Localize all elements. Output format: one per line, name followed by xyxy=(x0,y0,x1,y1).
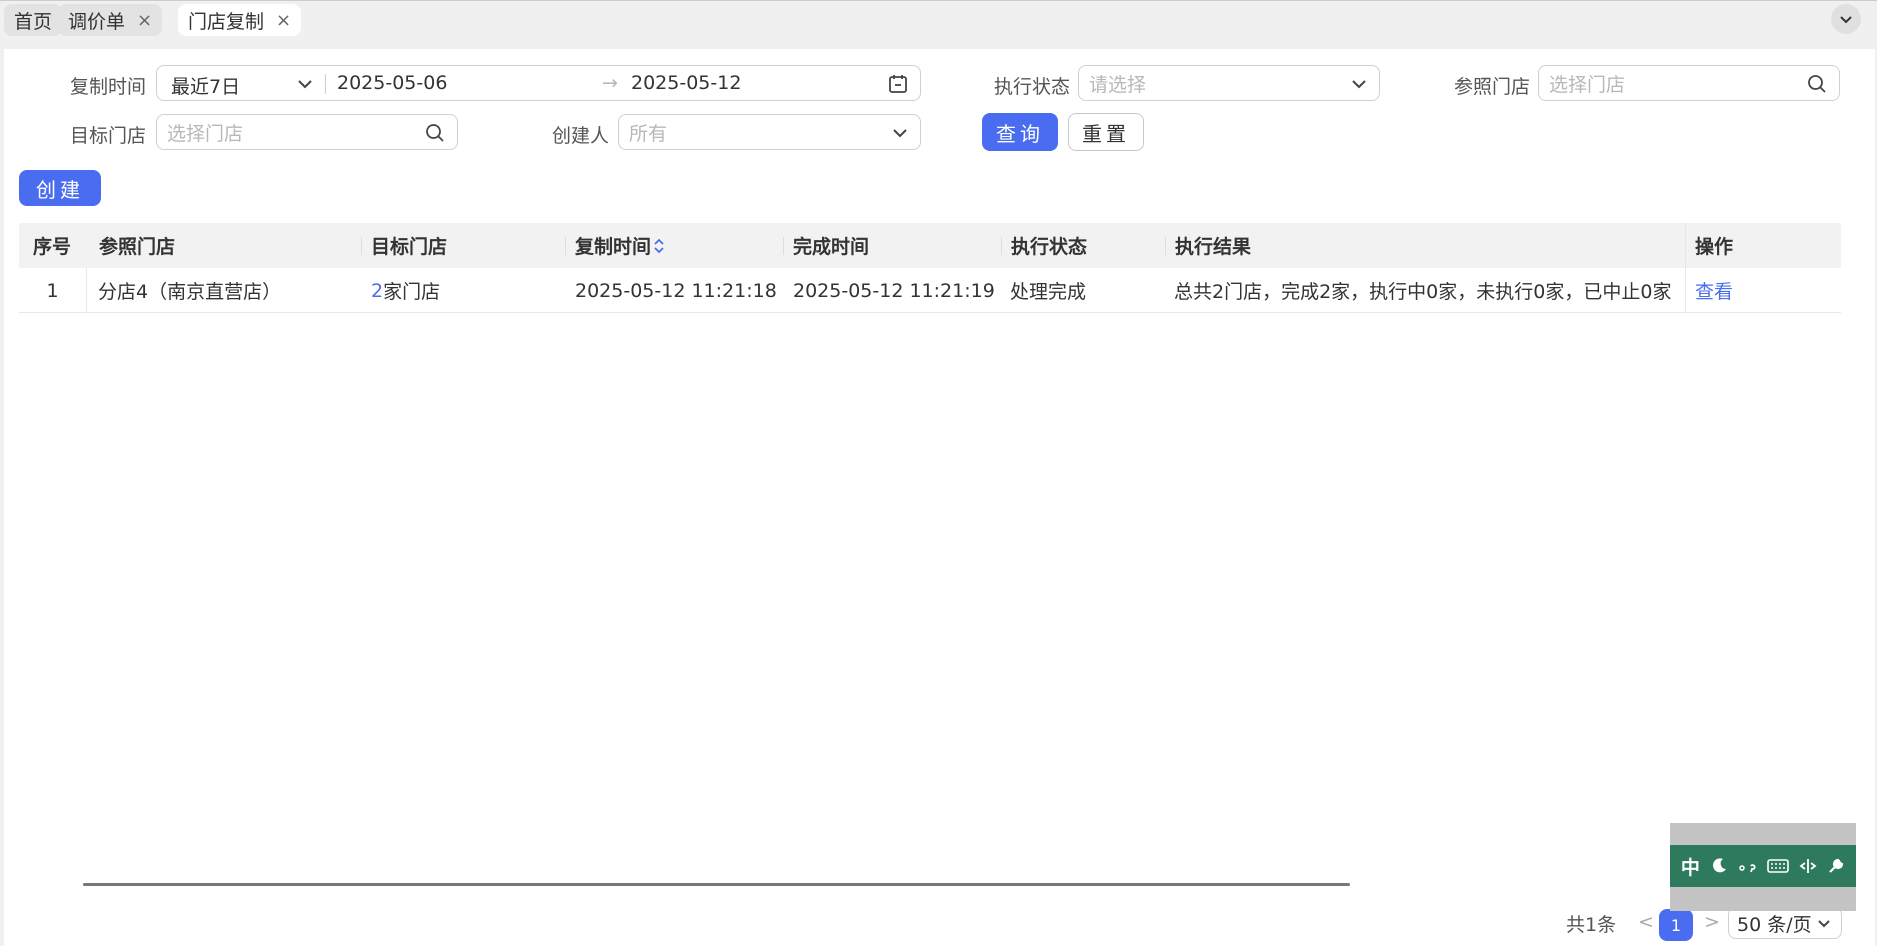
th-copy-time-label: 复制时间 xyxy=(575,236,652,258)
prev-page-button[interactable]: < xyxy=(1638,911,1654,933)
table-header: 序号 参照门店 目标门店 复制时间 完成时间 执行状态 执行结果 操作 xyxy=(19,223,1841,268)
th-seq: 序号 xyxy=(33,236,72,258)
search-icon[interactable] xyxy=(425,123,445,143)
chevron-down-icon xyxy=(1840,16,1852,24)
cell-exec-result: 总共2门店，完成2家，执行中0家，未执行0家，已中止0家 xyxy=(1174,281,1672,303)
cell-ref-store: 分店4（南京直营店） xyxy=(98,281,282,303)
split-icon[interactable] xyxy=(1799,857,1817,875)
punctuation-icon[interactable] xyxy=(1738,857,1758,875)
th-action: 操作 xyxy=(1695,236,1734,258)
ref-store-placeholder: 选择门店 xyxy=(1549,73,1626,96)
tab-bar: 首页 调价单 × 门店复制 × xyxy=(0,0,1877,40)
chevron-down-icon xyxy=(893,129,907,138)
column-divider xyxy=(86,268,87,313)
cell-seq: 1 xyxy=(46,279,59,302)
create-button[interactable]: 创建 xyxy=(19,170,101,206)
ref-store-label: 参照门店 xyxy=(1453,76,1530,98)
th-target-store: 目标门店 xyxy=(371,236,448,258)
th-finish-time: 完成时间 xyxy=(793,236,870,258)
chevron-down-icon xyxy=(1818,920,1830,928)
ref-store-input[interactable]: 选择门店 xyxy=(1538,65,1840,101)
creator-placeholder: 所有 xyxy=(629,122,668,145)
th-exec-result: 执行结果 xyxy=(1175,236,1252,258)
column-divider xyxy=(1685,223,1686,268)
pagination-total: 共1条 xyxy=(1566,914,1617,936)
th-copy-time[interactable]: 复制时间 xyxy=(575,223,665,268)
next-page-button[interactable]: > xyxy=(1704,911,1720,933)
divider xyxy=(325,74,326,94)
range-preset-select[interactable]: 最近7日 xyxy=(171,72,240,99)
ime-toolbar[interactable]: 中 xyxy=(1670,845,1856,887)
keyboard-icon[interactable] xyxy=(1767,858,1790,874)
cell-target-store: 2 家门店 xyxy=(371,268,440,313)
end-date-input[interactable]: 2025-05-12 xyxy=(631,72,741,94)
main-panel: 复制时间 最近7日 2025-05-06 → 2025-05-12 执行状态 请… xyxy=(4,49,1875,946)
tab-price-adjust[interactable]: 调价单 × xyxy=(58,4,163,36)
query-button[interactable]: 查询 xyxy=(982,113,1058,151)
copy-time-range-field[interactable]: 最近7日 2025-05-06 → 2025-05-12 xyxy=(156,65,921,101)
page-1-button[interactable]: 1 xyxy=(1659,909,1693,941)
column-divider xyxy=(1685,268,1686,313)
view-link[interactable]: 查看 xyxy=(1695,268,1733,313)
cell-finish-time: 2025-05-12 11:21:19 xyxy=(793,279,995,302)
creator-label: 创建人 xyxy=(551,125,609,147)
exec-status-label: 执行状态 xyxy=(993,76,1070,98)
cell-copy-time: 2025-05-12 11:21:18 xyxy=(575,279,777,302)
tab-collapse-button[interactable] xyxy=(1831,4,1861,34)
column-divider xyxy=(565,237,566,255)
tab-label: 首页 xyxy=(14,10,53,33)
ime-language-toggle[interactable]: 中 xyxy=(1681,853,1700,880)
chevron-down-icon xyxy=(1352,80,1366,89)
cell-exec-status: 处理完成 xyxy=(1010,281,1087,303)
target-store-count-link[interactable]: 2 xyxy=(371,280,383,302)
th-ref-store: 参照门店 xyxy=(99,236,176,258)
column-divider xyxy=(361,237,362,255)
range-arrow: → xyxy=(602,72,618,94)
sort-icon[interactable] xyxy=(653,237,665,255)
start-date-input[interactable]: 2025-05-06 xyxy=(337,72,447,94)
tab-home[interactable]: 首页 xyxy=(4,4,63,36)
creator-select[interactable]: 所有 xyxy=(618,114,921,150)
target-store-input[interactable]: 选择门店 xyxy=(156,114,458,150)
tab-label: 调价单 xyxy=(68,10,126,33)
search-icon[interactable] xyxy=(1807,74,1827,94)
exec-status-placeholder: 请选择 xyxy=(1089,73,1147,96)
th-exec-status: 执行状态 xyxy=(1011,236,1088,258)
tab-label: 门店复制 xyxy=(188,10,265,33)
horizontal-scrollbar[interactable] xyxy=(83,883,1350,886)
calendar-icon[interactable] xyxy=(888,74,908,94)
column-divider xyxy=(1165,237,1166,255)
column-divider xyxy=(783,237,784,255)
tab-store-copy[interactable]: 门店复制 × xyxy=(178,4,302,36)
page-size-value: 50 条/页 xyxy=(1737,913,1812,936)
target-store-suffix: 家门店 xyxy=(383,281,441,303)
exec-status-select[interactable]: 请选择 xyxy=(1078,65,1380,101)
close-icon[interactable]: × xyxy=(137,10,152,31)
close-icon[interactable]: × xyxy=(276,10,291,31)
column-divider xyxy=(1001,237,1002,255)
wrench-icon[interactable] xyxy=(1827,857,1845,875)
copy-time-label: 复制时间 xyxy=(69,76,146,98)
reset-button[interactable]: 重置 xyxy=(1068,113,1144,151)
chevron-down-icon xyxy=(298,80,312,89)
table-row: 1 分店4（南京直营店） 2 家门店 2025-05-12 11:21:18 20… xyxy=(19,268,1841,313)
target-store-placeholder: 选择门店 xyxy=(167,122,244,145)
target-store-label: 目标门店 xyxy=(69,125,146,147)
moon-icon[interactable] xyxy=(1710,857,1728,875)
page-size-select[interactable]: 50 条/页 xyxy=(1728,907,1842,939)
